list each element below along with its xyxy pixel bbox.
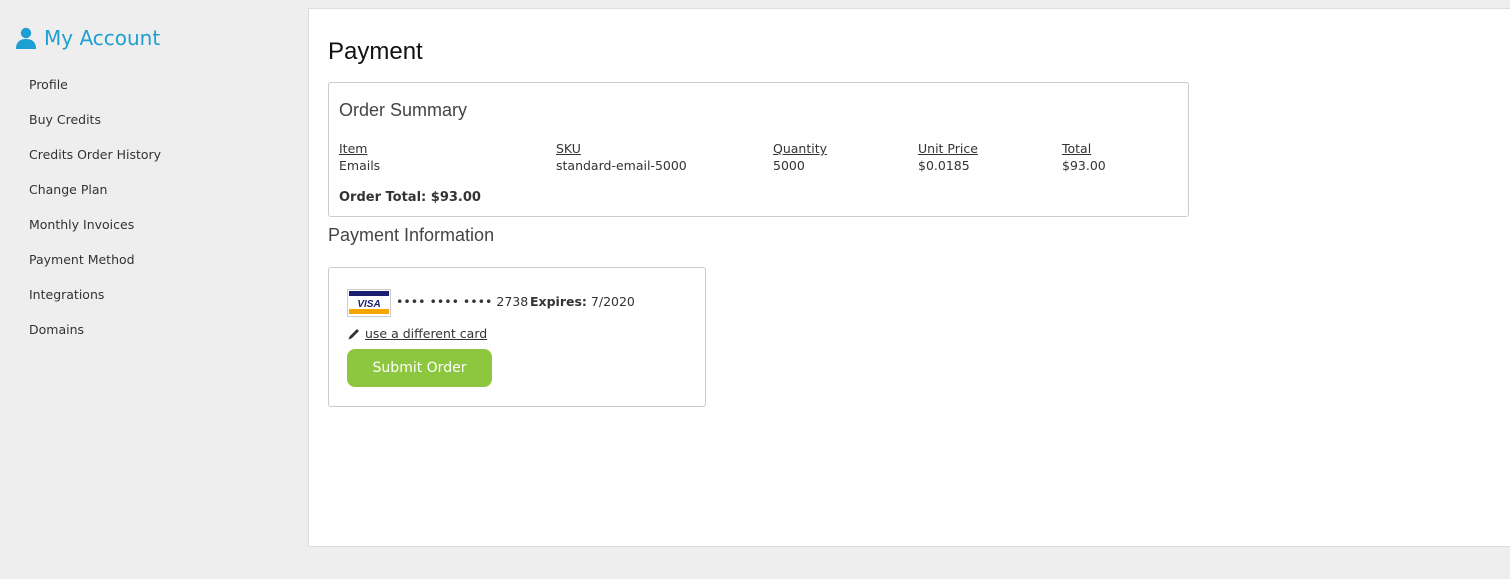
nav-item-payment-method[interactable]: Payment Method: [29, 250, 161, 285]
cell-unit-price: $0.0185: [918, 158, 970, 173]
sidebar: My Account Profile Buy Credits Credits O…: [0, 0, 308, 579]
my-account-heading: My Account: [14, 26, 160, 50]
col-unit-price: Unit Price $0.0185: [918, 141, 978, 175]
expires-value: 7/2020: [590, 294, 635, 309]
cell-sku: standard-email-5000: [556, 158, 687, 173]
nav-item-profile[interactable]: Profile: [29, 75, 161, 110]
nav-item-change-plan[interactable]: Change Plan: [29, 180, 161, 215]
use-different-card-label[interactable]: use a different card: [365, 326, 487, 341]
order-summary-panel: Order Summary Item Emails SKU standard-e…: [328, 82, 1189, 217]
account-nav: Profile Buy Credits Credits Order Histor…: [29, 75, 161, 355]
order-total: Order Total: $93.00: [339, 190, 481, 205]
order-total-label: Order Total:: [339, 190, 427, 205]
expires-label: Expires:: [530, 294, 587, 309]
col-quantity: Quantity 5000: [773, 141, 827, 175]
main-content: Payment Order Summary Item Emails SKU st…: [308, 8, 1510, 547]
col-item: Item Emails: [339, 141, 380, 175]
pencil-icon: [347, 327, 361, 341]
order-summary-title: Order Summary: [339, 100, 468, 120]
column-header-total[interactable]: Total: [1062, 141, 1106, 158]
submit-order-button[interactable]: Submit Order: [347, 349, 492, 387]
page-title: Payment: [328, 38, 423, 65]
nav-item-domains[interactable]: Domains: [29, 320, 161, 355]
column-header-item[interactable]: Item: [339, 141, 380, 158]
user-icon: [14, 26, 38, 50]
nav-item-integrations[interactable]: Integrations: [29, 285, 161, 320]
order-total-value: $93.00: [430, 190, 481, 205]
payment-information-title: Payment Information: [328, 225, 495, 245]
card-number: •••• •••• •••• 2738: [396, 294, 529, 309]
cell-item: Emails: [339, 158, 381, 173]
visa-brand-text: VISA: [357, 299, 380, 310]
card-expiry: Expires: 7/2020: [530, 294, 635, 309]
nav-item-buy-credits[interactable]: Buy Credits: [29, 110, 161, 145]
visa-card-icon: VISA: [347, 289, 391, 317]
column-header-quantity[interactable]: Quantity: [773, 141, 827, 158]
column-header-sku[interactable]: SKU: [556, 141, 687, 158]
cell-total: $93.00: [1062, 158, 1106, 173]
use-different-card-link[interactable]: use a different card: [347, 326, 487, 341]
payment-information-panel: VISA •••• •••• •••• 2738 Expires: 7/2020…: [328, 267, 706, 407]
col-total: Total $93.00: [1062, 141, 1106, 175]
my-account-title: My Account: [44, 26, 161, 50]
nav-item-monthly-invoices[interactable]: Monthly Invoices: [29, 215, 161, 250]
nav-item-credits-order-history[interactable]: Credits Order History: [29, 145, 161, 180]
column-header-unit-price[interactable]: Unit Price: [918, 141, 978, 158]
col-sku: SKU standard-email-5000: [556, 141, 687, 175]
cell-quantity: 5000: [773, 158, 805, 173]
